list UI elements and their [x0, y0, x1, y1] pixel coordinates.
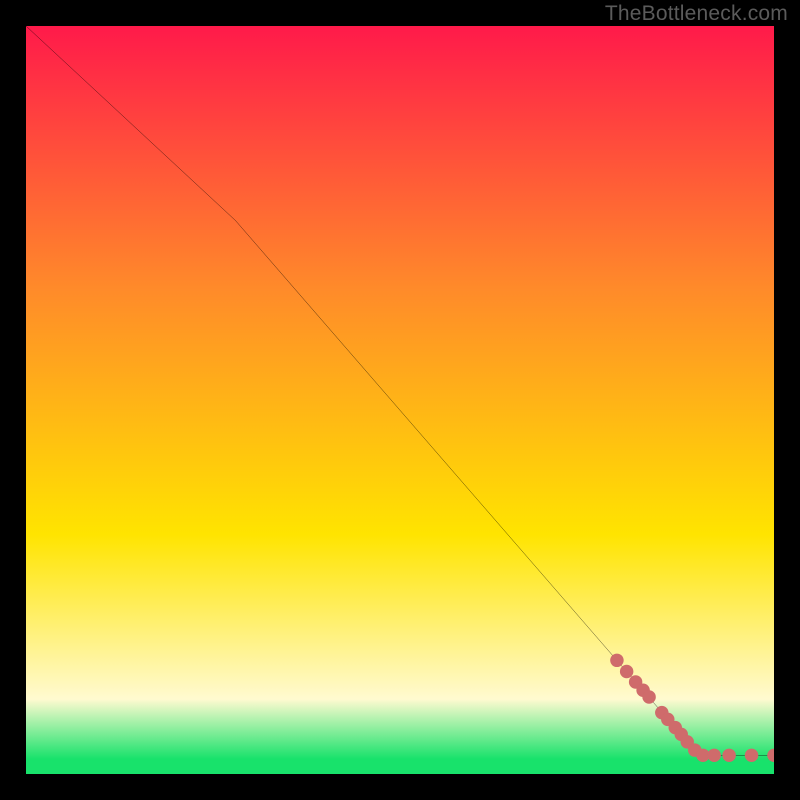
data-marker: [620, 665, 633, 678]
data-marker: [642, 690, 655, 703]
data-marker: [745, 749, 758, 762]
plot-area: [26, 26, 774, 774]
gradient-background: [26, 26, 774, 774]
chart-svg: [26, 26, 774, 774]
data-marker: [722, 749, 735, 762]
data-marker: [610, 654, 623, 667]
watermark-label: TheBottleneck.com: [605, 2, 788, 26]
data-marker: [707, 749, 720, 762]
chart-stage: TheBottleneck.com: [0, 0, 800, 800]
